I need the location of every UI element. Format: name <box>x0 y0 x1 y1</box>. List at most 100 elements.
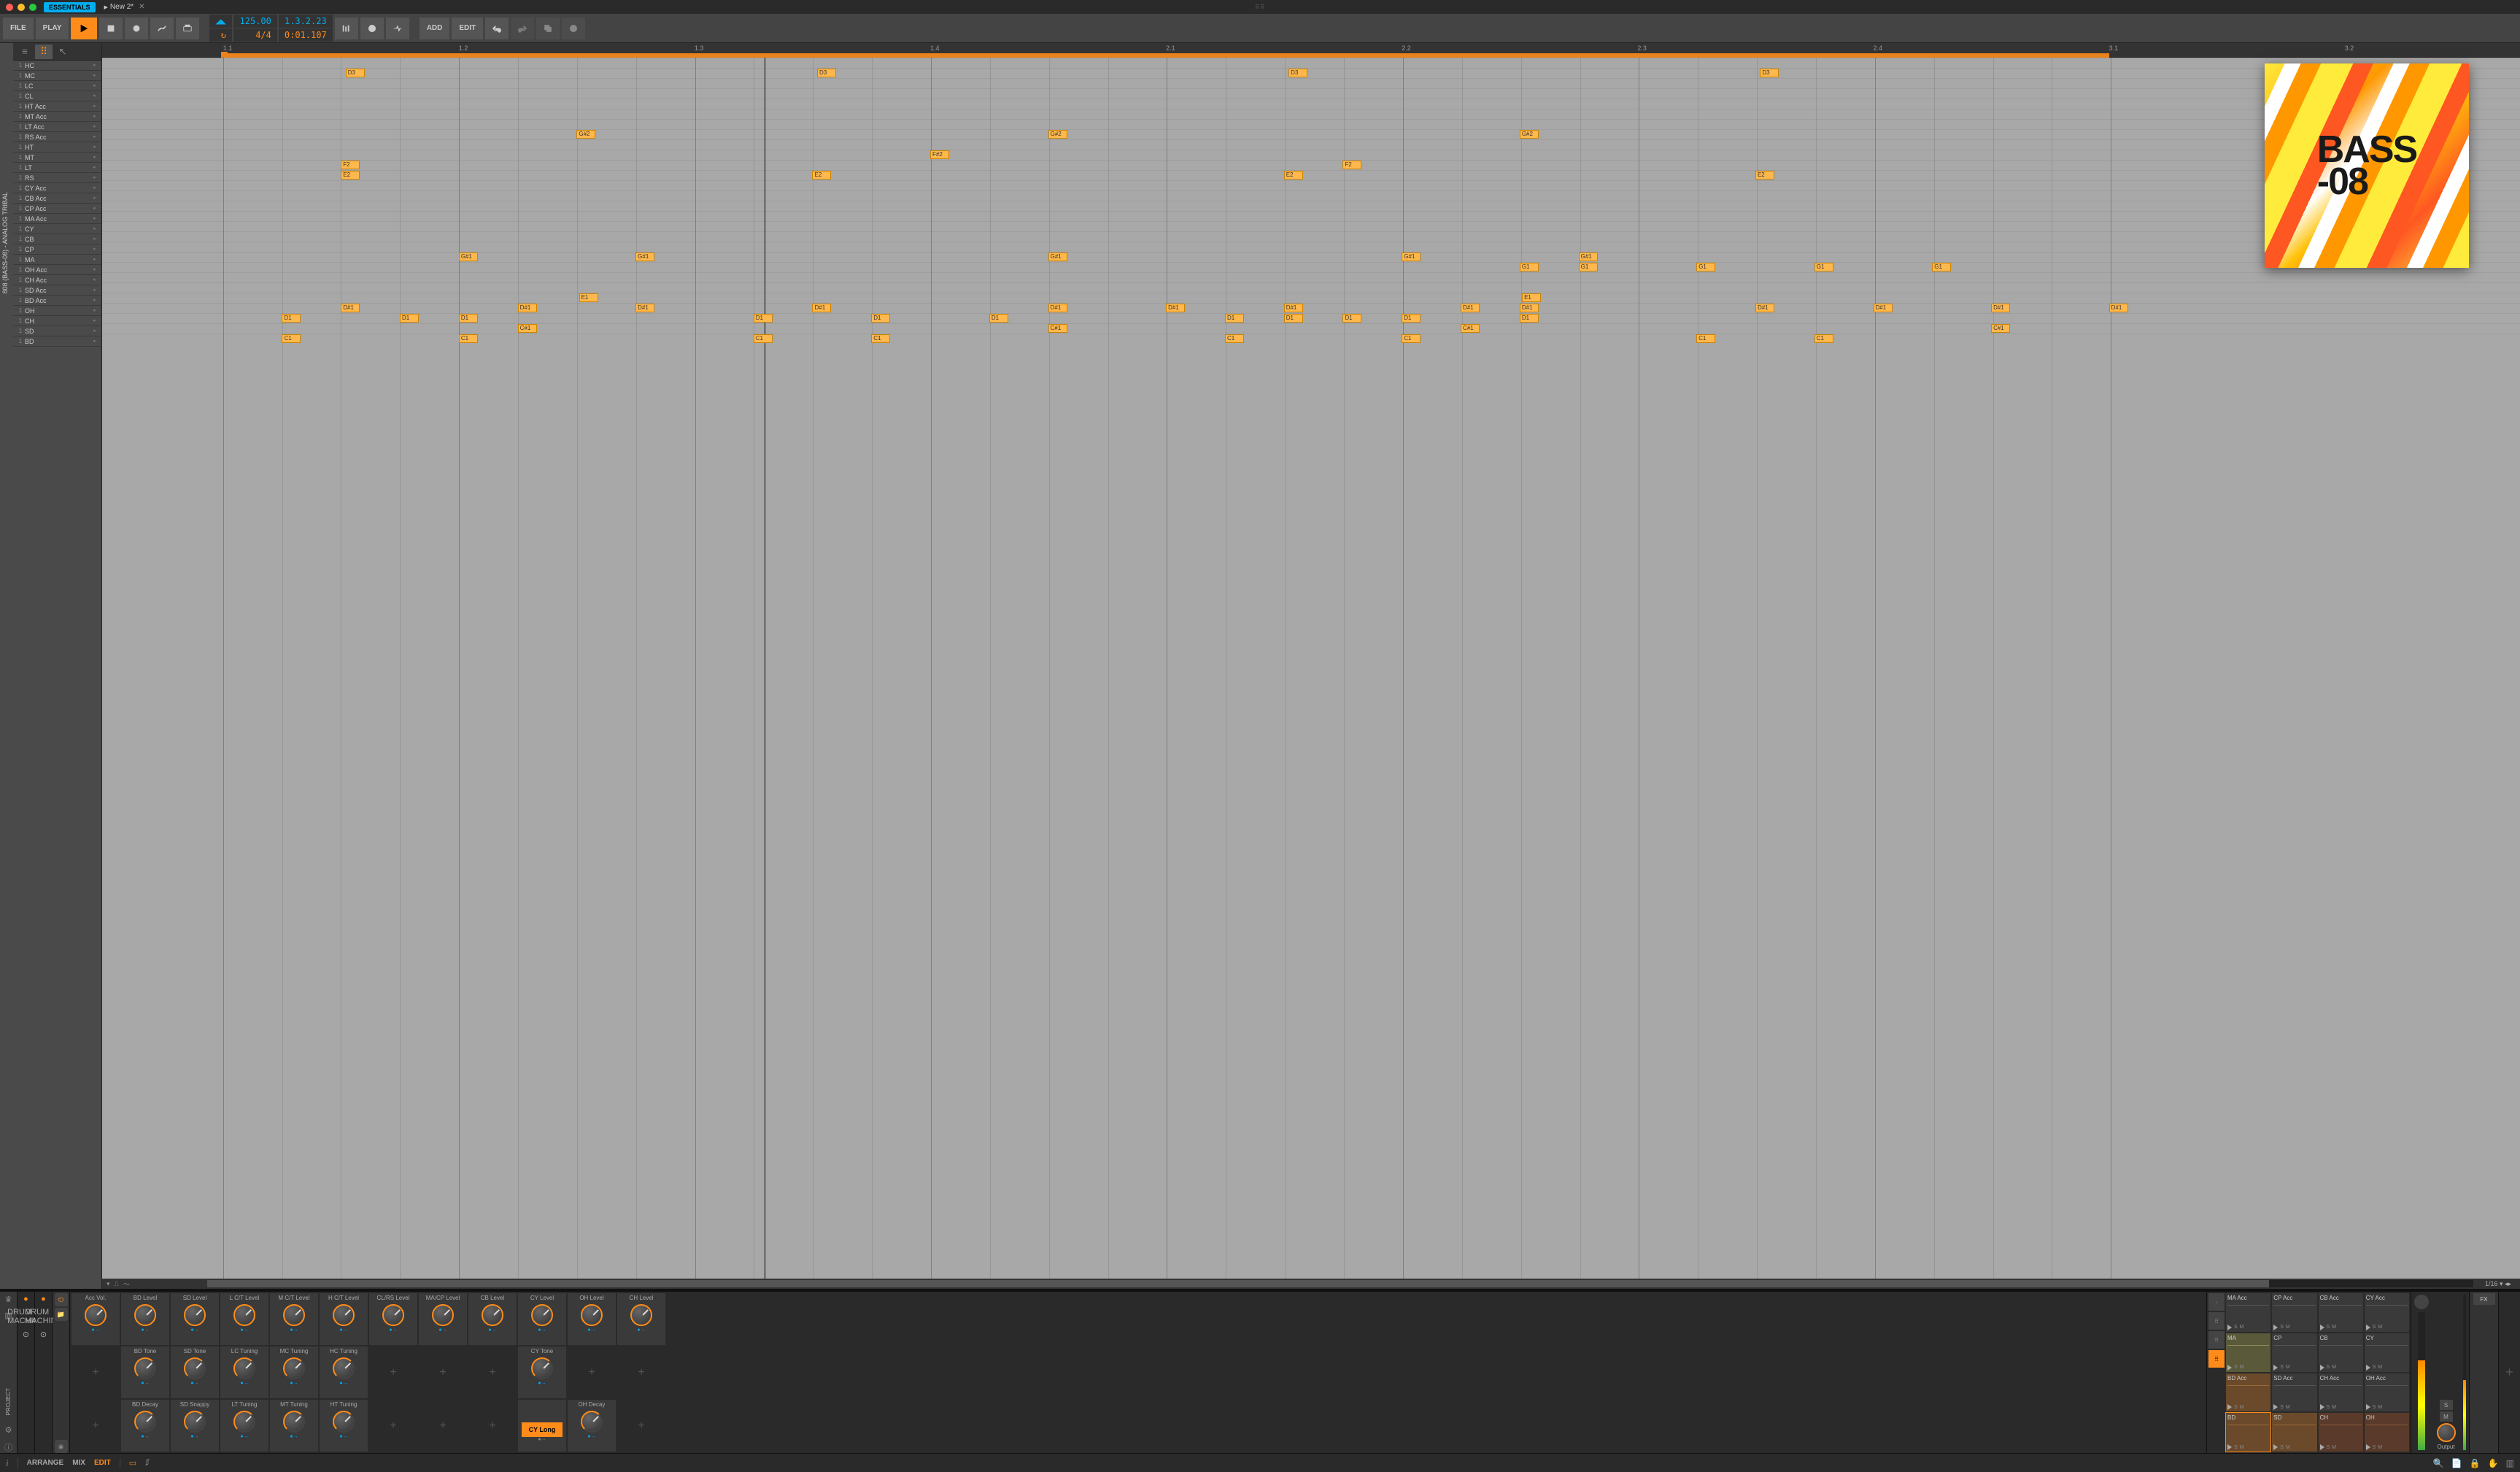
mute-icon[interactable]: ◂ <box>93 174 100 182</box>
edit-button[interactable]: EDIT <box>452 18 483 39</box>
track-row[interactable]: 1LT Acc◂ <box>13 122 101 132</box>
macro-knob[interactable] <box>382 1304 404 1326</box>
mute-icon[interactable]: ◂ <box>93 103 100 110</box>
note[interactable]: G1 <box>1579 263 1598 271</box>
notes-grid[interactable]: D3D3D3D3G#2G#2G#2F#2F2F2E2E2E2E2G#1G#1G#… <box>102 58 2520 1279</box>
macro-knob[interactable] <box>233 1411 255 1433</box>
redo-button[interactable] <box>511 18 534 39</box>
macro-mod-icons[interactable]: ●→ <box>538 1328 546 1333</box>
track-row[interactable]: 1HC◂ <box>13 61 101 71</box>
pad-solo[interactable]: S <box>2280 1365 2284 1370</box>
note[interactable]: G#1 <box>1048 253 1067 261</box>
maximize-window-icon[interactable] <box>29 4 36 11</box>
macro-mod-icons[interactable]: ●→ <box>240 1328 248 1333</box>
drum-pad[interactable]: CHSM <box>2319 1413 2363 1452</box>
mute-icon[interactable]: ◂ <box>93 215 100 223</box>
macro-knob[interactable] <box>630 1304 652 1326</box>
drum-pad[interactable]: BD AccSM <box>2226 1373 2270 1412</box>
timeline-ruler[interactable]: 1.11.21.31.42.12.22.32.43.13.2 <box>102 43 2520 58</box>
crown-icon[interactable]: ♛ <box>3 1295 15 1306</box>
track-row[interactable]: 1MA Acc◂ <box>13 214 101 224</box>
track-row[interactable]: 1MA◂ <box>13 255 101 265</box>
list-view-icon[interactable]: ≡ <box>16 45 34 59</box>
macro-knob[interactable] <box>482 1304 503 1326</box>
note[interactable]: D#1 <box>1048 304 1067 312</box>
track-row[interactable]: 1CH Acc◂ <box>13 275 101 285</box>
timesig-display[interactable]: 4/4 <box>233 28 277 42</box>
time-display[interactable]: 0:01.107 <box>279 28 333 42</box>
macro-knob[interactable] <box>134 1304 156 1326</box>
settings-icon[interactable]: ⚙ <box>3 1425 15 1437</box>
track-row[interactable]: 1HT Acc◂ <box>13 101 101 112</box>
macro-mod-icons[interactable]: ●→ <box>587 1328 595 1333</box>
note[interactable]: D#1 <box>635 304 654 312</box>
note[interactable]: F2 <box>1342 161 1361 169</box>
note[interactable]: D#1 <box>1991 304 2010 312</box>
scrollbar-track[interactable] <box>207 1280 2473 1287</box>
power-button[interactable]: ⏻ <box>55 1293 68 1306</box>
track-row[interactable]: 1CY◂ <box>13 224 101 234</box>
note[interactable]: C1 <box>754 334 773 343</box>
macro-knob[interactable] <box>134 1411 156 1433</box>
note[interactable]: C1 <box>1814 334 1833 343</box>
mixer-toggle-icon[interactable]: ⎎ <box>145 1458 150 1468</box>
track-row[interactable]: 1SD Acc◂ <box>13 285 101 296</box>
pad-mute[interactable]: M <box>2286 1325 2290 1330</box>
drum-pad[interactable]: OHSM <box>2365 1413 2409 1452</box>
drum-pad[interactable]: CBSM <box>2319 1333 2363 1372</box>
expression-icon[interactable]: 〜 <box>123 1279 130 1289</box>
add-device-button[interactable]: + <box>2498 1292 2520 1453</box>
track-row[interactable]: 1BD◂ <box>13 336 101 347</box>
file-button[interactable]: FILE <box>3 18 34 39</box>
add-macro-button[interactable]: + <box>419 1400 467 1452</box>
copy-button[interactable] <box>536 18 560 39</box>
note[interactable]: D1 <box>1225 314 1244 323</box>
tempo-display[interactable]: 125.00 <box>233 15 277 28</box>
mute-icon[interactable]: ◂ <box>93 154 100 161</box>
add-macro-button[interactable]: + <box>419 1346 467 1398</box>
fill-button[interactable] <box>360 18 384 39</box>
macro-mod-icons[interactable]: ●→ <box>190 1381 198 1386</box>
pad-solo[interactable]: S <box>2373 1365 2376 1370</box>
note[interactable]: F#2 <box>930 150 949 159</box>
drum-pad[interactable]: OH AccSM <box>2365 1373 2409 1412</box>
mute-icon[interactable]: ◂ <box>93 287 100 294</box>
project-tab[interactable]: ▶ New 2* ✕ <box>100 1 150 12</box>
solo-button[interactable]: S <box>2440 1400 2453 1410</box>
macro-knob[interactable] <box>233 1304 255 1326</box>
add-macro-button[interactable]: + <box>71 1400 120 1452</box>
note[interactable]: F2 <box>341 161 360 169</box>
macro-mod-icons[interactable]: ●→ <box>339 1328 347 1333</box>
mute-icon[interactable]: ◂ <box>93 328 100 335</box>
track-row[interactable]: 1CH◂ <box>13 316 101 326</box>
note[interactable]: C1 <box>282 334 301 343</box>
pad-play-icon[interactable] <box>2366 1404 2370 1410</box>
note[interactable]: D#1 <box>1166 304 1185 312</box>
pad-play-icon[interactable] <box>2273 1325 2278 1330</box>
remote-button[interactable]: ◉ <box>55 1440 68 1453</box>
note[interactable]: E2 <box>812 171 831 180</box>
note[interactable]: G1 <box>1520 263 1539 271</box>
note[interactable]: C#1 <box>1991 324 2010 333</box>
play-label-button[interactable]: PLAY <box>36 18 69 39</box>
macro-mod-icons[interactable]: ●→ <box>141 1328 149 1333</box>
minimize-window-icon[interactable] <box>18 4 25 11</box>
note[interactable]: C1 <box>1402 334 1421 343</box>
pad-solo[interactable]: S <box>2327 1445 2330 1450</box>
note[interactable]: G#2 <box>576 130 595 139</box>
track-row[interactable]: 1MT Acc◂ <box>13 112 101 122</box>
note[interactable]: G1 <box>1696 263 1715 271</box>
macro-mod-icons[interactable]: ●→ <box>339 1381 347 1386</box>
drum-pad[interactable]: SD AccSM <box>2272 1373 2316 1412</box>
pad-mute[interactable]: M <box>2286 1365 2290 1370</box>
loop-icon[interactable]: ↻ <box>209 28 231 42</box>
track-row[interactable]: 1CY Acc◂ <box>13 183 101 193</box>
note[interactable]: D#1 <box>1284 304 1303 312</box>
note[interactable]: C1 <box>1225 334 1244 343</box>
close-window-icon[interactable] <box>6 4 13 11</box>
pad-solo[interactable]: S <box>2327 1365 2330 1370</box>
undo-button[interactable] <box>485 18 509 39</box>
punch-button[interactable] <box>386 18 409 39</box>
mute-icon[interactable]: ◂ <box>93 123 100 131</box>
panel-toggle-icon[interactable]: ▭ <box>129 1458 136 1468</box>
